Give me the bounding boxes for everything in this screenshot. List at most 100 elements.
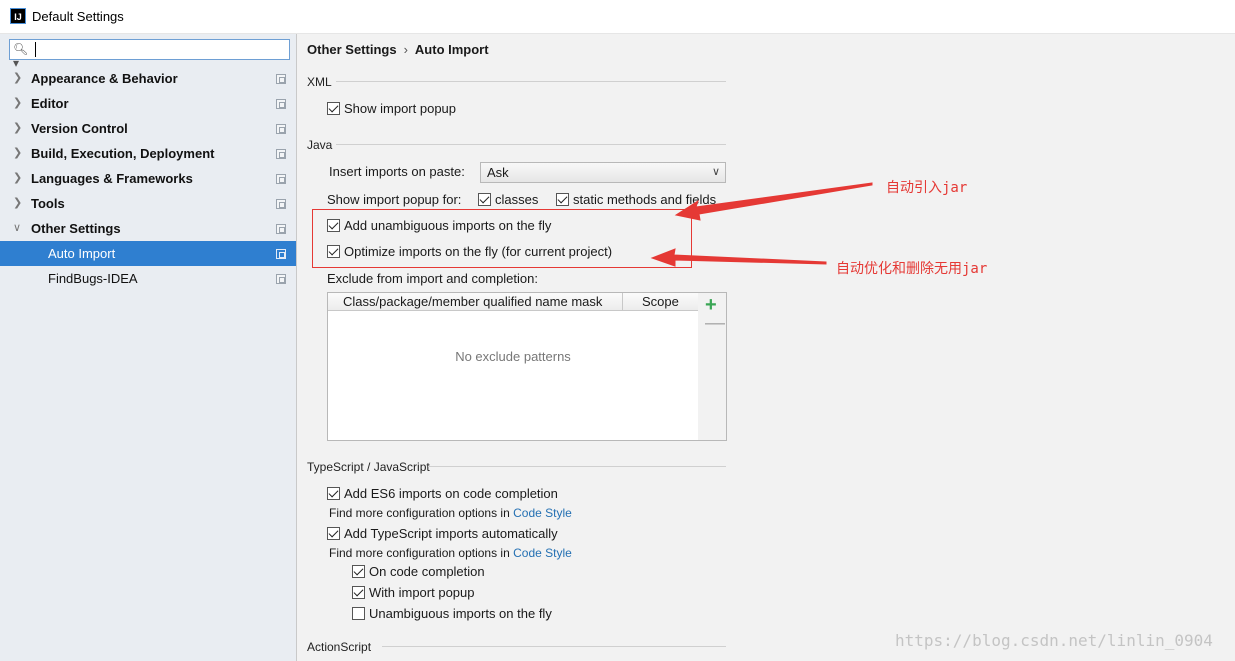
breadcrumb-separator: › [403, 42, 408, 57]
checkbox-label: With import popup [369, 585, 475, 600]
sidebar-item-tools[interactable]: ❯ Tools [0, 191, 296, 216]
with-import-popup-checkbox[interactable]: With import popup [352, 584, 475, 602]
breadcrumb-current: Auto Import [414, 42, 489, 57]
project-settings-icon [276, 274, 286, 284]
remove-icon[interactable]: — [705, 313, 725, 333]
sidebar-item-editor[interactable]: ❯ Editor [0, 91, 296, 116]
settings-content: Other Settings › Auto Import XML Show impo… [298, 34, 1235, 661]
annotation-auto-optimize-jar: 自动优化和删除无用jar [836, 261, 988, 277]
show-import-popup-checkbox[interactable]: Show import popup [327, 100, 456, 118]
chevron-down-icon[interactable]: ∨ [13, 216, 25, 241]
checkbox-checked-icon[interactable] [352, 586, 365, 599]
sidebar-item-label: Other Settings [31, 221, 121, 236]
table-header: Class/package/member qualified name mask… [328, 293, 698, 311]
code-style-link[interactable]: Code Style [513, 546, 572, 560]
on-code-completion-checkbox[interactable]: On code completion [352, 563, 485, 581]
insert-imports-label: Insert imports on paste: [329, 164, 465, 179]
chevron-down-icon: ∨ [711, 166, 720, 178]
code-style-link[interactable]: Code Style [513, 506, 572, 520]
column-header-scope[interactable]: Scope [642, 293, 679, 310]
column-header-name-mask[interactable]: Class/package/member qualified name mask [343, 293, 602, 310]
chevron-right-icon[interactable]: ❯ [13, 166, 25, 191]
table-toolbar: + — [698, 292, 727, 441]
show-popup-for-label: Show import popup for: [327, 192, 462, 207]
settings-search-input[interactable]: 🔍︎▾ [9, 39, 290, 70]
section-divider [382, 646, 726, 647]
chevron-right-icon[interactable]: ❯ [13, 141, 25, 166]
unambiguous-fly-checkbox[interactable]: Unambiguous imports on the fly [352, 605, 552, 623]
checkbox-checked-icon[interactable] [327, 245, 340, 258]
classes-checkbox[interactable]: classes [478, 191, 538, 209]
checkbox-label: Add ES6 imports on code completion [344, 486, 558, 501]
checkbox-label: Show import popup [344, 101, 457, 116]
sidebar-item-label: Editor [31, 96, 69, 111]
checkbox-checked-icon[interactable] [327, 102, 340, 115]
project-settings-icon [276, 74, 286, 84]
checkbox-checked-icon[interactable] [556, 193, 569, 206]
sidebar-item-label: FindBugs-IDEA [48, 271, 138, 286]
sidebar-item-appearance-behavior[interactable]: ❯ Appearance & Behavior [0, 66, 296, 91]
chevron-right-icon[interactable]: ❯ [13, 66, 25, 91]
project-settings-icon [276, 149, 286, 159]
section-title-xml: XML [307, 75, 332, 89]
checkbox-label: On code completion [369, 564, 485, 579]
checkbox-checked-icon[interactable] [352, 565, 365, 578]
typescript-imports-checkbox[interactable]: Add TypeScript imports automatically [327, 525, 558, 543]
static-methods-checkbox[interactable]: static methods and fields [556, 191, 716, 209]
section-title-actionscript: ActionScript [307, 640, 372, 654]
section-title-typescript: TypeScript / JavaScript [307, 460, 430, 474]
checkbox-label: Add TypeScript imports automatically [344, 526, 558, 541]
project-settings-icon [276, 174, 286, 184]
project-settings-icon [276, 224, 286, 234]
settings-tree: ❯ Appearance & Behavior ❯ Editor ❯ Versi… [0, 66, 296, 291]
insert-imports-select[interactable]: Ask ∨ [480, 162, 726, 183]
project-settings-icon [276, 199, 286, 209]
hint-text: Find more configuration options in [329, 546, 514, 560]
checkbox-label: classes [495, 192, 539, 207]
checkbox-label: Unambiguous imports on the fly [369, 606, 552, 621]
window-title: Default Settings [32, 9, 124, 24]
sidebar-item-findbugs-idea[interactable]: FindBugs-IDEA [0, 266, 296, 291]
find-more-hint: Find more configuration options in Code … [329, 506, 572, 520]
watermark: https://blog.csdn.net/linlin_0904 [895, 631, 1213, 650]
optimize-imports-checkbox[interactable]: Optimize imports on the fly (for current… [327, 243, 612, 261]
checkbox-label: Optimize imports on the fly (for current… [344, 244, 613, 259]
search-icon[interactable]: 🔍︎▾ [13, 42, 33, 70]
es6-imports-checkbox[interactable]: Add ES6 imports on code completion [327, 485, 558, 503]
breadcrumb-parent: Other Settings [307, 42, 397, 57]
intellij-icon: IJ [10, 8, 26, 24]
checkbox-checked-icon[interactable] [327, 219, 340, 232]
project-settings-icon [276, 99, 286, 109]
select-value: Ask [487, 165, 509, 180]
sidebar-item-other-settings[interactable]: ∨ Other Settings [0, 216, 296, 241]
sidebar-item-build-execution-deployment[interactable]: ❯ Build, Execution, Deployment [0, 141, 296, 166]
sidebar-item-label: Tools [31, 196, 65, 211]
sidebar-item-label: Version Control [31, 121, 128, 136]
sidebar-item-version-control[interactable]: ❯ Version Control [0, 116, 296, 141]
sidebar-item-languages-frameworks[interactable]: ❯ Languages & Frameworks [0, 166, 296, 191]
checkbox-checked-icon[interactable] [327, 527, 340, 540]
chevron-right-icon[interactable]: ❯ [13, 116, 25, 141]
hint-text: Find more configuration options in [329, 506, 514, 520]
chevron-right-icon[interactable]: ❯ [13, 91, 25, 116]
exclude-patterns-table[interactable]: Class/package/member qualified name mask… [327, 292, 699, 441]
annotation-auto-import-jar: 自动引入jar [886, 180, 968, 196]
checkbox-checked-icon[interactable] [327, 487, 340, 500]
sidebar-item-label: Auto Import [48, 246, 116, 261]
chevron-right-icon[interactable]: ❯ [13, 191, 25, 216]
find-more-hint: Find more configuration options in Code … [329, 546, 572, 560]
section-title-java: Java [307, 138, 333, 152]
checkbox-unchecked-icon[interactable] [352, 607, 365, 620]
checkbox-label: Add unambiguous imports on the fly [344, 218, 552, 233]
column-divider [622, 293, 623, 311]
sidebar-item-auto-import[interactable]: Auto Import [0, 241, 296, 266]
checkbox-checked-icon[interactable] [478, 193, 491, 206]
exclude-label: Exclude from import and completion: [327, 271, 538, 286]
section-divider [336, 81, 726, 82]
project-settings-icon [276, 124, 286, 134]
sidebar-item-label: Build, Execution, Deployment [31, 146, 215, 161]
add-unambiguous-imports-checkbox[interactable]: Add unambiguous imports on the fly [327, 217, 551, 235]
sidebar-item-label: Appearance & Behavior [31, 71, 178, 86]
section-divider [428, 466, 726, 467]
section-divider [336, 144, 726, 145]
